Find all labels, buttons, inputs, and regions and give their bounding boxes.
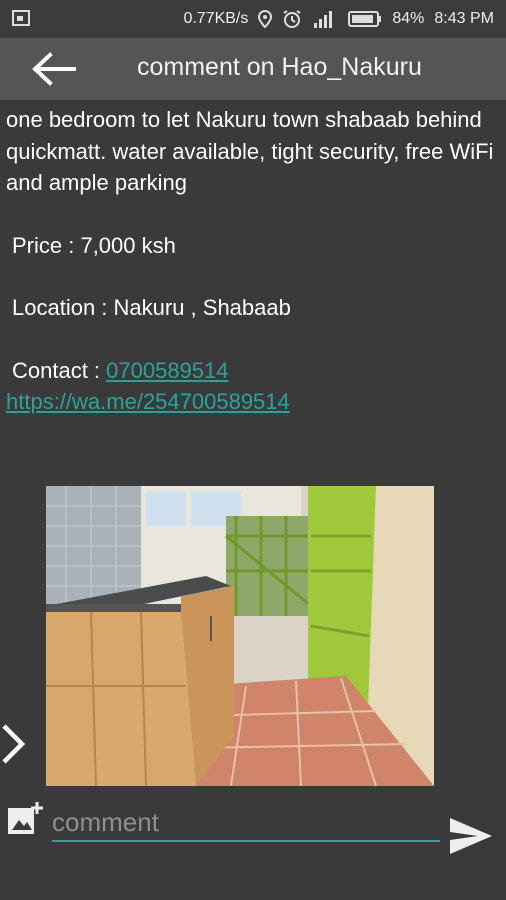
- comment-composer: [0, 790, 506, 900]
- contact-label: Contact :: [12, 357, 107, 383]
- send-icon[interactable]: [448, 816, 494, 856]
- status-bar: 0.77KB/s 84% 8:43 PM: [0, 0, 506, 38]
- chevron-right-icon[interactable]: [0, 720, 30, 768]
- post-content: one bedroom to let Nakuru town shabaab b…: [6, 104, 496, 418]
- post-description: one bedroom to let Nakuru town shabaab b…: [6, 107, 494, 195]
- screenshot-icon: [12, 10, 30, 26]
- location-icon: [258, 10, 273, 28]
- status-indicators: 0.77KB/s 84% 8:43 PM: [183, 9, 494, 29]
- add-photo-icon[interactable]: [6, 800, 44, 838]
- kitchen-photo-image: [46, 486, 434, 786]
- page-title: comment on Hao_Nakuru: [137, 53, 422, 81]
- whatsapp-link[interactable]: https://wa.me/254700589514: [6, 386, 496, 418]
- comment-input[interactable]: [52, 804, 440, 842]
- lte-signal-icon: [314, 11, 333, 28]
- clock: 8:43 PM: [434, 10, 494, 27]
- phone-link[interactable]: 0700589514: [106, 358, 228, 383]
- post-contact: Contact : 0700589514: [6, 355, 496, 387]
- app-bar: comment on Hao_Nakuru: [0, 38, 506, 100]
- post-price: Price : 7,000 ksh: [12, 232, 176, 258]
- post-location: Location : Nakuru , Shabaab: [12, 295, 291, 320]
- battery-icon: [348, 11, 382, 27]
- battery-percent: 84%: [392, 10, 425, 27]
- alarm-icon: [283, 10, 301, 28]
- network-speed: 0.77KB/s: [183, 10, 249, 27]
- arrow-back-icon[interactable]: [28, 52, 78, 86]
- post-photo[interactable]: [46, 486, 434, 786]
